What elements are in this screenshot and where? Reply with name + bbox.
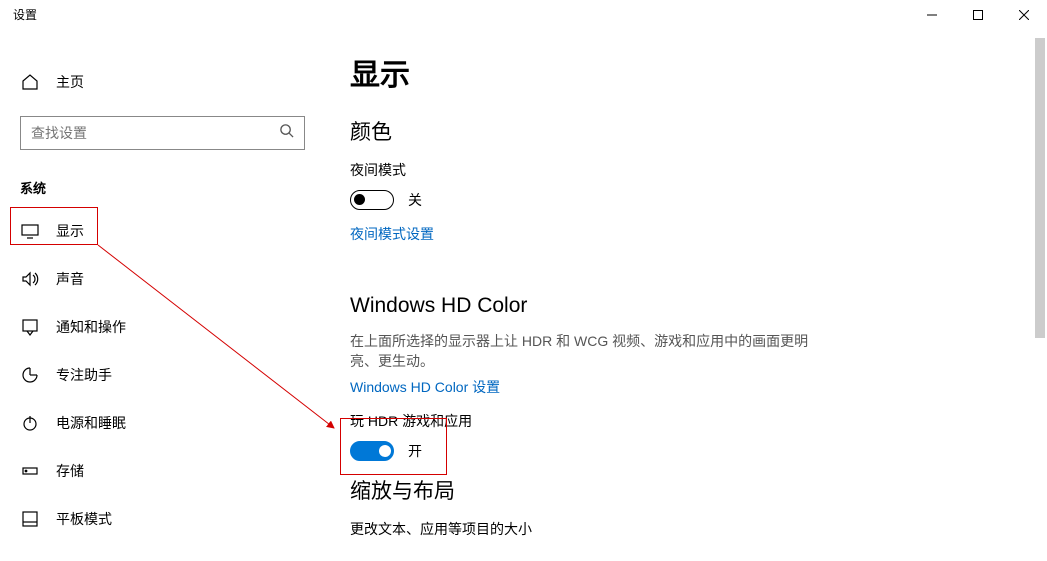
vertical-scrollbar[interactable] — [1033, 38, 1047, 561]
sidebar-item-label: 声音 — [56, 269, 84, 289]
section-color-heading: 颜色 — [350, 116, 1047, 146]
page-title: 显示 — [350, 50, 1047, 94]
search-input-container[interactable] — [20, 116, 305, 150]
hdcolor-desc: 在上面所选择的显示器上让 HDR 和 WCG 视频、游戏和应用中的画面更明亮、更… — [350, 332, 810, 371]
sidebar-item-power[interactable]: 电源和睡眠 — [0, 399, 325, 447]
sidebar-item-notifications[interactable]: 通知和操作 — [0, 303, 325, 351]
sidebar-group-header: 系统 — [0, 168, 325, 207]
sidebar-item-focus-assist[interactable]: 专注助手 — [0, 351, 325, 399]
minimize-button[interactable] — [909, 0, 955, 30]
sidebar-item-label: 通知和操作 — [56, 317, 126, 337]
maximize-button[interactable] — [955, 0, 1001, 30]
close-button[interactable] — [1001, 0, 1047, 30]
close-icon — [1019, 10, 1029, 20]
sound-icon — [20, 269, 40, 289]
night-mode-label: 夜间模式 — [350, 160, 1047, 180]
night-mode-toggle[interactable] — [350, 190, 394, 210]
nav-home-label: 主页 — [56, 72, 84, 92]
storage-icon — [20, 461, 40, 481]
display-icon — [20, 221, 40, 241]
home-icon — [20, 72, 40, 92]
sidebar-item-storage[interactable]: 存储 — [0, 447, 325, 495]
minimize-icon — [927, 10, 937, 20]
sidebar: 主页 系统 显示 声音 通知和操作 — [0, 38, 325, 561]
sidebar-item-label: 电源和睡眠 — [56, 413, 126, 433]
sidebar-item-sound[interactable]: 声音 — [0, 255, 325, 303]
sidebar-item-label: 专注助手 — [56, 365, 112, 385]
power-icon — [20, 413, 40, 433]
notification-icon — [20, 317, 40, 337]
sidebar-item-display[interactable]: 显示 — [0, 207, 325, 255]
sidebar-item-label: 显示 — [56, 221, 84, 241]
window-title: 设置 — [0, 0, 47, 23]
tablet-icon — [20, 509, 40, 529]
content-area: 显示 颜色 夜间模式 关 夜间模式设置 Windows HD Color 在上面… — [325, 38, 1047, 561]
search-input[interactable] — [31, 125, 279, 141]
hdr-games-state: 开 — [408, 441, 422, 461]
focus-icon — [20, 365, 40, 385]
section-hdcolor-heading: Windows HD Color — [350, 294, 1047, 318]
hdcolor-settings-link[interactable]: Windows HD Color 设置 — [350, 377, 500, 397]
titlebar: 设置 — [0, 0, 1047, 38]
search-icon — [279, 123, 294, 143]
scrollbar-thumb[interactable] — [1035, 38, 1045, 338]
hdr-games-toggle[interactable] — [350, 441, 394, 461]
section-scale-heading: 缩放与布局 — [350, 475, 1047, 505]
night-mode-settings-link[interactable]: 夜间模式设置 — [350, 224, 434, 244]
maximize-icon — [973, 10, 983, 20]
hdr-games-label: 玩 HDR 游戏和应用 — [350, 411, 1047, 431]
sidebar-item-label: 平板模式 — [56, 509, 112, 529]
sidebar-item-tablet[interactable]: 平板模式 — [0, 495, 325, 543]
sidebar-item-label: 存储 — [56, 461, 84, 481]
nav-home[interactable]: 主页 — [0, 58, 325, 106]
night-mode-state: 关 — [408, 190, 422, 210]
scale-desc: 更改文本、应用等项目的大小 — [350, 519, 1047, 539]
